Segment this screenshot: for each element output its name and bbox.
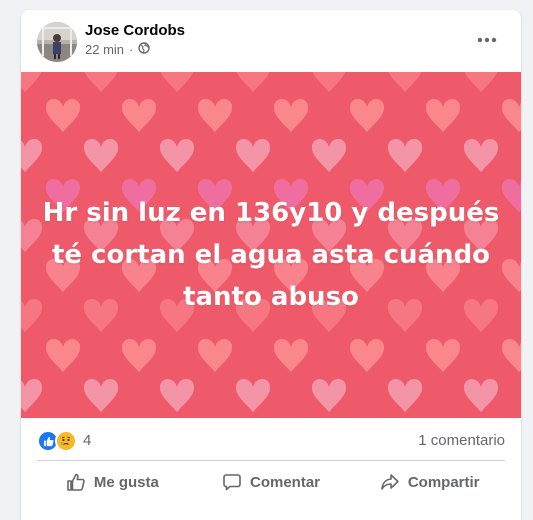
share-icon: [381, 474, 399, 490]
heart-decoration: [425, 98, 461, 133]
heart-decoration: [349, 338, 385, 373]
like-button[interactable]: Me gusta: [33, 464, 192, 500]
heart-decoration: [45, 338, 81, 373]
post-meta: 22 min ·: [85, 42, 151, 57]
post-background: Hr sin luz en 136y10 y después té cortan…: [21, 72, 521, 418]
heart-decoration: [501, 338, 521, 373]
post-text: Hr sin luz en 136y10 y después té cortan…: [41, 192, 501, 318]
heart-decoration: [83, 378, 119, 413]
heart-decoration: [159, 138, 195, 173]
heart-decoration: [197, 98, 233, 133]
comment-label: Comentar: [250, 473, 321, 491]
heart-decoration: [501, 178, 521, 213]
more-options-icon: [477, 37, 497, 43]
heart-decoration: [45, 98, 81, 133]
heart-decoration: [21, 138, 43, 173]
meta-separator: ·: [129, 42, 134, 57]
heart-decoration: [387, 378, 423, 413]
avatar-photo: [37, 22, 77, 62]
comment-count-link[interactable]: 1 comentario: [418, 432, 505, 449]
more-options-button[interactable]: [469, 22, 505, 58]
heart-decoration: [387, 138, 423, 173]
heart-decoration: [425, 338, 461, 373]
heart-decoration: [121, 338, 157, 373]
heart-decoration: [463, 72, 499, 93]
thumbs-up-icon: [67, 473, 85, 491]
heart-decoration: [159, 378, 195, 413]
heart-decoration: [311, 72, 347, 93]
heart-decoration: [463, 138, 499, 173]
heart-decoration: [273, 338, 309, 373]
heart-decoration: [159, 72, 195, 93]
heart-decoration: [311, 138, 347, 173]
like-label: Me gusta: [93, 473, 159, 491]
heart-decoration: [463, 378, 499, 413]
post-time[interactable]: 22 min: [85, 42, 124, 57]
post-text-line: té cortan el agua asta cuándo: [51, 240, 491, 270]
comment-icon: [223, 474, 241, 491]
post-text-line: Hr sin luz en 136y10 y después: [42, 198, 500, 228]
heart-decoration: [387, 72, 423, 93]
sad-reaction-icon: [55, 430, 77, 452]
heart-decoration: [235, 378, 271, 413]
globe-icon: [138, 42, 151, 57]
reaction-icons[interactable]: [37, 430, 77, 452]
comment-button[interactable]: Comentar: [192, 464, 351, 500]
heart-decoration: [21, 218, 43, 253]
heart-decoration: [235, 138, 271, 173]
heart-decoration: [121, 98, 157, 133]
author-name[interactable]: Jose Cordobs: [85, 22, 185, 39]
heart-decoration: [311, 378, 347, 413]
share-button[interactable]: Compartir: [350, 464, 509, 500]
heart-decoration: [197, 338, 233, 373]
heart-decoration: [83, 72, 119, 93]
heart-decoration: [21, 298, 43, 333]
heart-decoration: [501, 258, 521, 293]
author-avatar[interactable]: [37, 22, 77, 62]
heart-decoration: [349, 98, 385, 133]
reactions-summary: 4 1 comentario: [21, 418, 521, 462]
post-actions: Me gusta Comentar Compartir: [33, 464, 509, 500]
heart-decoration: [235, 72, 271, 93]
post-header: Jose Cordobs 22 min ·: [21, 10, 521, 70]
reaction-count[interactable]: 4: [83, 432, 91, 449]
heart-decoration: [21, 378, 43, 413]
post-card: Jose Cordobs 22 min · Hr sin luz en 136y…: [21, 10, 521, 520]
heart-decoration: [273, 98, 309, 133]
heart-decoration: [83, 138, 119, 173]
actions-divider: [37, 460, 505, 461]
post-text-line: tanto abuso: [183, 282, 359, 312]
heart-decoration: [501, 98, 521, 133]
share-label: Compartir: [407, 473, 480, 491]
heart-decoration: [21, 72, 43, 93]
